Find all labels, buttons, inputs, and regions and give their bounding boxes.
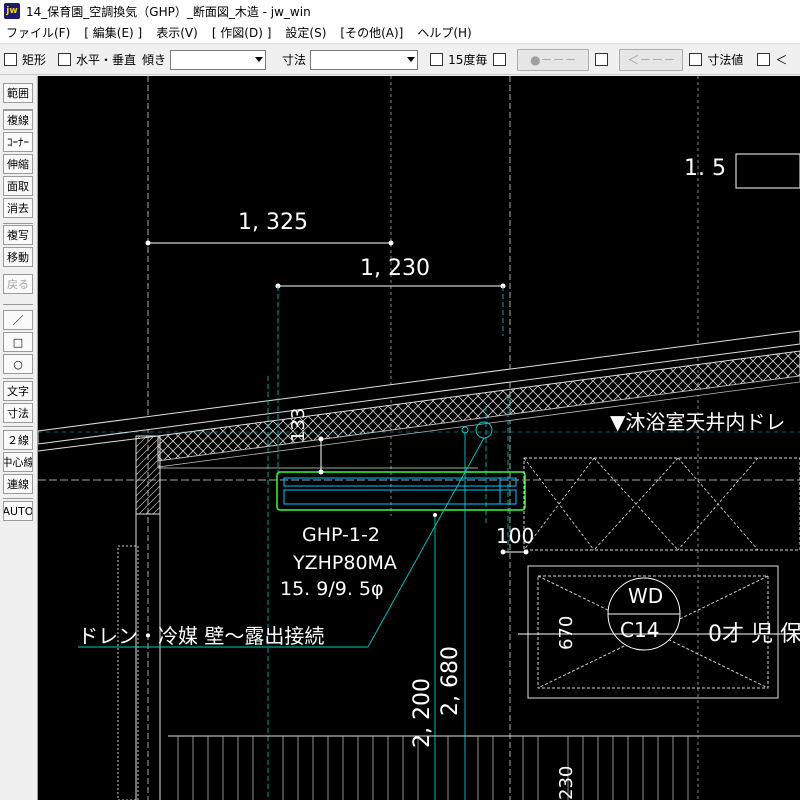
toolbar: 矩形 水平・垂直 傾き 寸法 15度毎 ●－－－ ＜－－－ 寸法値 ＜ bbox=[0, 45, 800, 75]
window-tag-wd: WD bbox=[628, 584, 664, 608]
menu-help[interactable]: ヘルプ(H) bbox=[417, 24, 471, 41]
room-label-text: 0才 児 保 bbox=[708, 622, 800, 647]
sidebar-divider bbox=[3, 223, 33, 224]
drawing-canvas[interactable]: 1, 325 1, 230 1. 5 133 100 GHP-1-2 YZHP8… bbox=[38, 76, 800, 800]
sidebar-divider bbox=[3, 304, 33, 305]
dim-230-text: 230 bbox=[556, 765, 577, 800]
dropdown-arrow-icon[interactable] bbox=[407, 56, 416, 62]
last-checkbox[interactable]: ＜ bbox=[757, 51, 787, 68]
tool-centerline-button[interactable]: 中心線 bbox=[3, 452, 33, 472]
tool-line-button[interactable]: ／ bbox=[3, 310, 33, 330]
arrow-line-button[interactable]: ＜－－－ bbox=[619, 48, 684, 71]
leader-dot bbox=[433, 513, 437, 517]
tool-move-button[interactable]: 移動 bbox=[3, 247, 33, 267]
dimval-checkbox[interactable]: 寸法値 bbox=[689, 51, 743, 68]
window-tag-code: C14 bbox=[620, 618, 660, 642]
dim-1230-line bbox=[275, 283, 506, 289]
sidebar-divider bbox=[3, 378, 33, 379]
dim-1325-line bbox=[145, 240, 394, 246]
checkbox-box[interactable] bbox=[595, 53, 609, 66]
menu-view[interactable]: 表示(V) bbox=[156, 24, 198, 41]
drain-note-text: ドレン・冷媒 壁～露出接続 bbox=[78, 624, 325, 648]
deg15-checkbox[interactable]: 15度毎 bbox=[430, 51, 487, 68]
hv-label: 水平・垂直 bbox=[76, 53, 137, 67]
dim-100-text: 100 bbox=[496, 524, 535, 548]
wall-siding bbox=[117, 545, 139, 800]
wall-column bbox=[135, 435, 161, 515]
dim-1325-text: 1, 325 bbox=[238, 210, 308, 235]
tilt-label: 傾き bbox=[142, 53, 167, 67]
dim-2200-text: 2, 200 bbox=[410, 678, 435, 748]
indoor-unit-inner bbox=[283, 489, 517, 505]
menu-edit[interactable]: [ 編集(E) ] bbox=[84, 24, 142, 41]
unit-model-text: YZHP80MA bbox=[293, 552, 397, 574]
circle-mode-checkbox[interactable] bbox=[493, 53, 511, 66]
tool-polyline-button[interactable]: 連線 bbox=[3, 474, 33, 494]
checkbox-box[interactable] bbox=[4, 53, 17, 66]
tool-auto-button[interactable]: AUTO bbox=[3, 501, 33, 521]
last-label: ＜ bbox=[775, 53, 788, 67]
jw-app-icon: jw bbox=[4, 3, 20, 19]
tool-undo-button[interactable]: 戻る bbox=[3, 274, 33, 294]
tool-double-line-button[interactable]: ２線 bbox=[3, 430, 33, 450]
dim-670-text: 670 bbox=[556, 615, 577, 650]
title-bar: jw 14_保育園_空調換気（GHP）_断面図_木造 - jw_win bbox=[0, 0, 800, 22]
dim-1-5-text: 1. 5 bbox=[684, 156, 726, 181]
tool-erase-button[interactable]: 消去 bbox=[3, 198, 33, 218]
menu-other[interactable]: [その他(A)] bbox=[340, 24, 403, 41]
dropdown-arrow-icon[interactable] bbox=[255, 56, 264, 62]
pipe-circle bbox=[475, 421, 493, 439]
tool-circle-button[interactable]: ○ bbox=[3, 354, 33, 374]
unit-name-text: GHP-1-2 bbox=[302, 524, 380, 546]
bath-ceiling-cross bbox=[523, 457, 759, 551]
checkbox-box[interactable] bbox=[493, 53, 507, 66]
hv-checkbox[interactable]: 水平・垂直 bbox=[58, 51, 136, 68]
menu-bar: ファイル(F) [ 編集(E) ] 表示(V) [ 作図(D) ] 設定(S) … bbox=[0, 22, 800, 44]
tool-chamfer-button[interactable]: 面取 bbox=[3, 176, 33, 196]
window-title: 14_保育園_空調換気（GHP）_断面図_木造 - jw_win bbox=[26, 4, 311, 19]
tool-sidebar: 範囲 複線 ｺｰﾅｰ 伸縮 面取 消去 複写 移動 戻る ／ □ ○ 文字 寸法… bbox=[0, 76, 38, 800]
tool-dimension-button[interactable]: 寸法 bbox=[3, 403, 33, 423]
tilt-combo[interactable] bbox=[170, 49, 267, 70]
sidebar-divider bbox=[3, 426, 33, 427]
dim-label: 寸法 bbox=[282, 53, 307, 67]
menu-file[interactable]: ファイル(F) bbox=[6, 24, 70, 41]
tool-parallel-button[interactable]: 複線 bbox=[3, 110, 33, 130]
indoor-unit-inner bbox=[283, 477, 517, 487]
menu-settings[interactable]: 設定(S) bbox=[285, 24, 326, 41]
bath-note-text: ▼沐浴室天井内ドレ bbox=[610, 410, 786, 434]
deg15-label: 15度毎 bbox=[448, 53, 488, 67]
rect-label: 矩形 bbox=[22, 53, 47, 67]
dimval-label: 寸法値 bbox=[707, 53, 744, 67]
rect-checkbox[interactable]: 矩形 bbox=[4, 51, 46, 68]
sidebar-divider bbox=[3, 498, 33, 499]
dim-combo[interactable] bbox=[310, 49, 419, 70]
tool-rectangle-button[interactable]: □ bbox=[3, 332, 33, 352]
slope-box bbox=[735, 153, 800, 189]
arrow-mode-checkbox[interactable] bbox=[595, 53, 613, 66]
tool-text-button[interactable]: 文字 bbox=[3, 381, 33, 401]
tool-stretch-button[interactable]: 伸縮 bbox=[3, 154, 33, 174]
bath-ceiling-box bbox=[523, 457, 800, 551]
dim-100-line bbox=[500, 549, 529, 555]
checkbox-box[interactable] bbox=[58, 53, 72, 66]
tool-copy-button[interactable]: 複写 bbox=[3, 225, 33, 245]
circle-line-button[interactable]: ●－－－ bbox=[517, 48, 590, 71]
dim-133-text: 133 bbox=[288, 407, 309, 442]
tool-range-button[interactable]: 範囲 bbox=[3, 83, 33, 103]
pipe-size-text: 15. 9/9. 5φ bbox=[280, 578, 384, 600]
tool-corner-button[interactable]: ｺｰﾅｰ bbox=[3, 132, 33, 152]
checkbox-box[interactable] bbox=[430, 53, 444, 66]
checkbox-box[interactable] bbox=[757, 53, 771, 66]
dim-2680-text: 2, 680 bbox=[438, 646, 463, 716]
checkbox-box[interactable] bbox=[689, 53, 703, 66]
dim-1230-text: 1, 230 bbox=[360, 256, 430, 281]
menu-draw[interactable]: [ 作図(D) ] bbox=[212, 24, 272, 41]
